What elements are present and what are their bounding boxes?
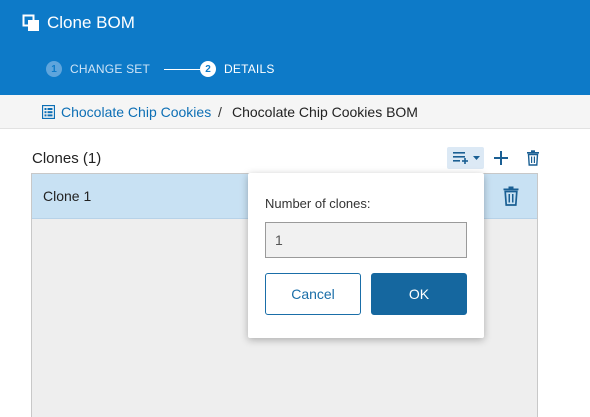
- delete-clone-button[interactable]: [502, 186, 522, 206]
- clone-icon: [22, 14, 39, 31]
- page-title: Clone BOM: [47, 13, 135, 32]
- cancel-button[interactable]: Cancel: [265, 273, 361, 315]
- add-multiple-clones-button[interactable]: [447, 147, 484, 169]
- breadcrumb: Chocolate Chip Cookies / Chocolate Chip …: [0, 95, 590, 129]
- number-of-clones-label: Number of clones:: [265, 196, 371, 211]
- trash-icon: [527, 150, 539, 166]
- step-1-label[interactable]: CHANGE SET: [70, 62, 150, 76]
- add-clone-button[interactable]: [490, 147, 512, 169]
- add-multiple-icon: [452, 152, 480, 164]
- number-of-clones-input[interactable]: [265, 222, 467, 258]
- clone-item-label: Clone 1: [43, 188, 92, 204]
- chevron-down-icon: [472, 156, 480, 160]
- ok-button[interactable]: OK: [371, 273, 467, 315]
- clones-heading: Clones (1): [32, 150, 102, 167]
- step-1-number[interactable]: 1: [46, 61, 62, 77]
- number-of-clones-popover: Number of clones: Cancel OK: [248, 173, 484, 338]
- breadcrumb-current: Chocolate Chip Cookies BOM: [232, 104, 418, 120]
- breadcrumb-separator: /: [218, 104, 222, 120]
- stepper: 1 CHANGE SET 2 DETAILS: [46, 61, 275, 77]
- app-header: Clone BOM 1 CHANGE SET 2 DETAILS: [0, 0, 590, 95]
- list-icon: [42, 105, 55, 119]
- delete-clones-button[interactable]: [522, 147, 544, 169]
- step-2-number: 2: [200, 61, 217, 77]
- trash-icon: [503, 186, 519, 206]
- step-2-label: DETAILS: [224, 62, 275, 76]
- breadcrumb-parent-link[interactable]: Chocolate Chip Cookies: [61, 104, 211, 121]
- step-connector: [164, 68, 201, 70]
- plus-icon: [494, 151, 508, 165]
